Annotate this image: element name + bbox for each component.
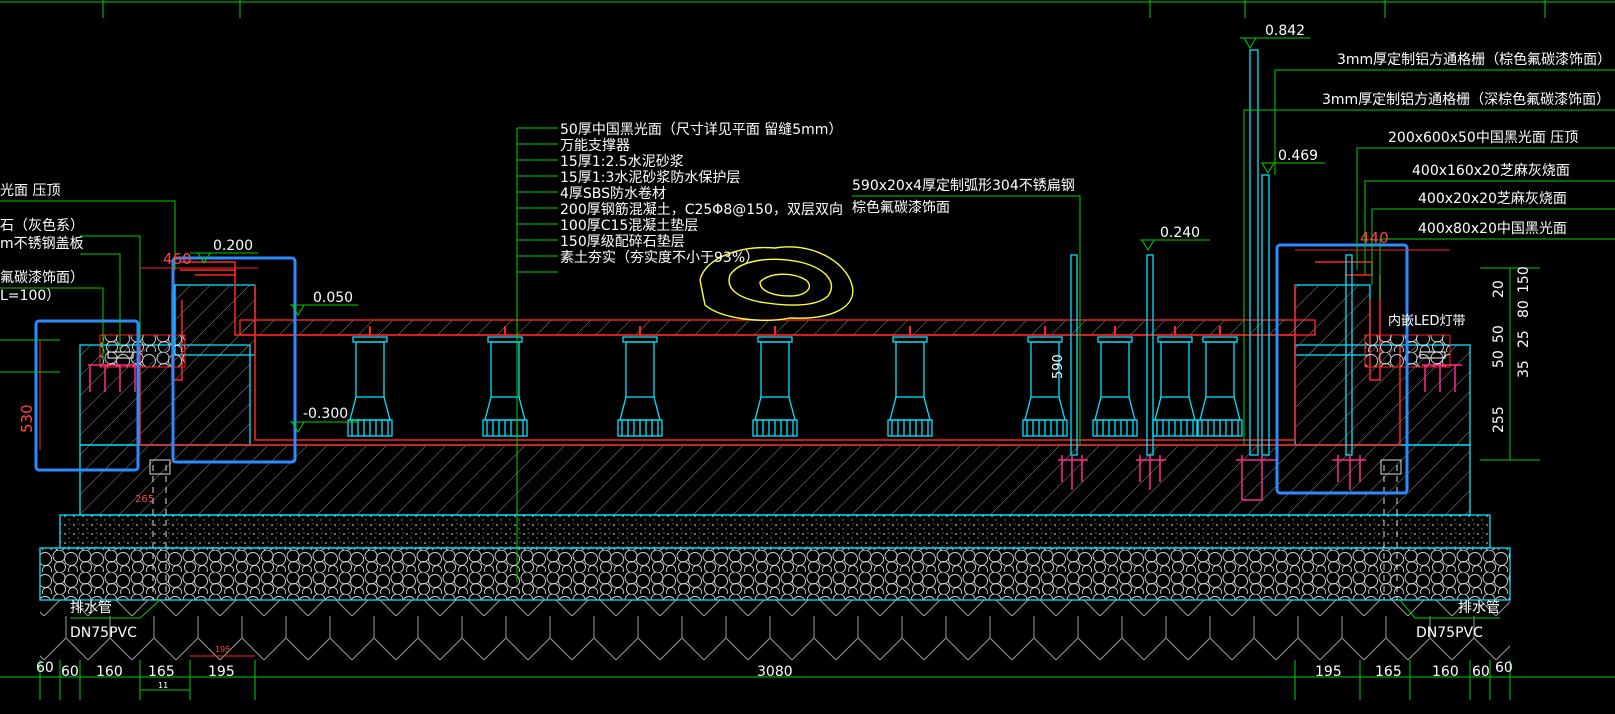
- rdim: 25: [1516, 330, 1532, 348]
- rdim: 80: [1516, 300, 1532, 318]
- bdim: 195: [208, 664, 235, 680]
- left-label: m不锈钢盖板: [0, 236, 84, 252]
- left-label: 石（灰色系）: [0, 217, 84, 234]
- bdim: 165: [148, 664, 175, 680]
- bdim: 60: [1472, 664, 1490, 680]
- c15-concrete-cushion: [59, 514, 1491, 549]
- rdim: 20: [1491, 280, 1507, 298]
- right-vertical-dimensions: 150 80 20 50 25 35 50 255: [1480, 266, 1540, 461]
- dim-460: 460: [163, 250, 192, 268]
- elevation-0469: 0.469: [1278, 148, 1318, 164]
- dim-530: 530: [18, 404, 36, 433]
- drain-size-left: DN75PVC: [70, 625, 137, 641]
- right-label: 400x20x20芝麻灰烧面: [1418, 191, 1567, 207]
- steel-bar-label-2: 棕色氟碳漆饰面: [852, 199, 950, 216]
- left-label: 光面 压顶: [0, 183, 60, 199]
- dim-265: 265: [135, 494, 154, 505]
- pedestal: [1092, 326, 1138, 437]
- bdim: 60: [36, 660, 54, 676]
- elevation-markers: 0.842 0.469 0.240 0.200 0.050 -0.300: [190, 23, 1325, 433]
- bdim: 3080: [757, 664, 793, 680]
- right-label: 200x600x50中国黑光面 压顶: [1388, 130, 1578, 146]
- drain-size-right: DN75PVC: [1416, 625, 1483, 641]
- steel-bar-callout: 590x20x4厚定制弧形304不锈扁钢 棕色氟碳漆饰面: [852, 178, 1081, 445]
- pedestal-supports: [347, 326, 1243, 437]
- bdim: 160: [1432, 664, 1459, 680]
- elevation-minus-0300: -0.300: [303, 406, 348, 422]
- layer-label: 万能支撑器: [560, 138, 630, 154]
- layer-label: 200厚钢筋混凝土，C25Φ8@150，双层双向: [560, 201, 843, 218]
- layer-label: 素土夯实（夯实度不小于93%）: [560, 250, 759, 266]
- pedestal: [1197, 326, 1243, 437]
- drain-label-left: 排水管: [70, 600, 112, 616]
- tiny-dim-195: 195: [215, 645, 230, 654]
- elevation-0200: 0.200: [213, 238, 253, 254]
- pedestal: [1022, 326, 1068, 437]
- rdim: 255: [1491, 406, 1507, 433]
- cad-section-drawing: 50厚中国黑光面（尺寸详见平面 留缝5mm） 万能支撑器 15厚1:2.5水泥砂…: [0, 0, 1615, 700]
- black-granite-paver: [239, 319, 1316, 336]
- compacted-soil: [40, 600, 1510, 660]
- bdim: 60: [1495, 660, 1513, 676]
- elevation-0842: 0.842: [1265, 23, 1305, 39]
- layer-label: 100厚C15混凝土垫层: [560, 218, 698, 234]
- elevation-0050: 0.050: [313, 290, 353, 306]
- layer-labels: 50厚中国黑光面（尺寸详见平面 留缝5mm） 万能支撑器 15厚1:2.5水泥砂…: [560, 122, 843, 266]
- layer-label: 150厚级配碎石垫层: [560, 234, 685, 250]
- top-frame: [0, 0, 1615, 18]
- rdim: 50: [1491, 325, 1507, 343]
- layer-label: 15厚1:2.5水泥砂浆: [560, 154, 684, 170]
- rdim: 35: [1516, 360, 1532, 378]
- tiny-dim-11: 11: [158, 681, 168, 690]
- pedestal: [617, 326, 663, 437]
- left-label: 氟碳漆饰面）: [0, 270, 84, 286]
- right-label: 3mm厚定制铝方通格栅（棕色氟碳漆饰面）: [1337, 51, 1611, 68]
- layer-label: 4厚SBS防水卷材: [560, 186, 666, 202]
- rdim: 150: [1516, 266, 1532, 293]
- drain-label-right: 排水管: [1458, 600, 1500, 616]
- bdim: 160: [96, 664, 123, 680]
- bdim: 60: [61, 664, 79, 680]
- bdim: 195: [1315, 664, 1342, 680]
- pedestal: [482, 326, 528, 437]
- right-label: 3mm厚定制铝方通格栅（深棕色氟碳漆饰面）: [1322, 91, 1610, 108]
- right-label: 400x80x20中国黑光面: [1418, 221, 1567, 237]
- pedestal: [1152, 326, 1198, 437]
- pedestal: [887, 326, 933, 437]
- layer-label: 50厚中国黑光面（尺寸详见平面 留缝5mm）: [560, 122, 842, 138]
- steel-bar-label-1: 590x20x4厚定制弧形304不锈扁钢: [852, 178, 1075, 194]
- dim-440: 440: [1360, 229, 1389, 247]
- graded-gravel-layer: [39, 547, 1511, 601]
- elevation-0240: 0.240: [1160, 225, 1200, 241]
- left-label: L=100）: [0, 288, 60, 304]
- pedestal: [752, 326, 798, 437]
- right-label: 400x160x20芝麻灰烧面: [1412, 163, 1570, 179]
- dim-590: 590: [1051, 354, 1066, 379]
- pedestal: [347, 326, 393, 437]
- led-label: 内嵌LED灯带: [1388, 313, 1465, 329]
- layer-label: 15厚1:3水泥砂浆防水保护层: [560, 170, 740, 186]
- bdim: 165: [1375, 664, 1402, 680]
- rdim: 50: [1491, 350, 1507, 368]
